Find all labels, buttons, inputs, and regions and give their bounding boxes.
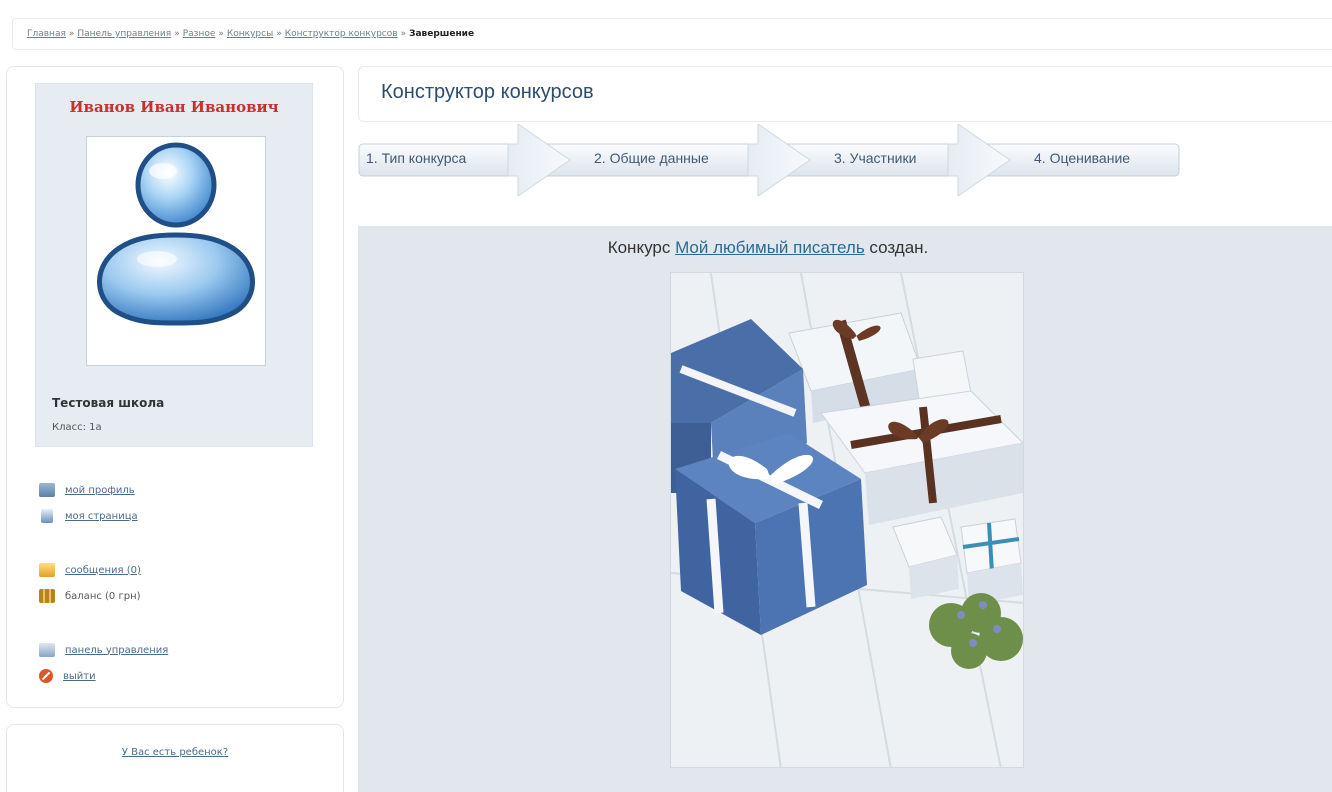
- wizard-steps: 1. Тип конкурса 2. Общие данные 3. Участ…: [358, 124, 1198, 196]
- profile-panel: Иванов Иван Иванович Тестовая школа Клас…: [6, 66, 344, 708]
- menu-item-balance: баланс (0 грн): [39, 587, 141, 605]
- breadcrumb-misc[interactable]: Разное: [183, 29, 216, 39]
- content-area: Конкурс Мой любимый писатель создан.: [358, 226, 1332, 792]
- breadcrumb-separator: »: [276, 29, 282, 39]
- child-prompt: У Вас есть ребенок?: [7, 747, 343, 758]
- avatar: [86, 136, 266, 366]
- breadcrumb-separator: »: [400, 29, 407, 39]
- breadcrumb-control-panel[interactable]: Панель управления: [77, 29, 171, 39]
- menu-item-logout[interactable]: выйти: [39, 667, 96, 685]
- breadcrumb-separator: »: [174, 29, 180, 39]
- gift-boxes-image: [671, 273, 1023, 767]
- menu-link-logout[interactable]: выйти: [63, 671, 96, 682]
- menu-item-messages[interactable]: сообщения (0): [39, 561, 141, 579]
- control-panel-icon: [39, 643, 55, 657]
- coins-icon: [39, 589, 55, 603]
- user-page-icon: [41, 509, 53, 523]
- breadcrumb-current: Завершение: [409, 29, 475, 39]
- result-message: Конкурс Мой любимый писатель создан.: [358, 238, 1178, 258]
- school-name: Тестовая школа: [52, 396, 165, 410]
- menu-item-profile[interactable]: мой профиль: [39, 481, 135, 499]
- menu-link-messages[interactable]: сообщения (0): [65, 565, 141, 576]
- result-prefix: Конкурс: [607, 238, 671, 257]
- user-avatar-icon: [97, 142, 255, 326]
- breadcrumb-contest-builder[interactable]: Конструктор конкурсов: [285, 29, 398, 39]
- step-2-general-data[interactable]: 2. Общие данные: [594, 150, 709, 166]
- menu-link-profile[interactable]: мой профиль: [65, 485, 135, 496]
- balance-text: баланс (0 грн): [65, 590, 141, 602]
- page-title: Конструктор конкурсов: [381, 81, 594, 103]
- profile-name: Иванов Иван Иванович: [69, 98, 279, 116]
- contest-name-link[interactable]: Мой любимый писатель: [675, 238, 865, 257]
- breadcrumb-separator: »: [218, 29, 224, 39]
- breadcrumb-home[interactable]: Главная: [27, 29, 66, 39]
- title-bar: Конструктор конкурсов: [358, 66, 1332, 122]
- step-3-participants[interactable]: 3. Участники: [834, 150, 916, 166]
- child-panel: У Вас есть ребенок?: [6, 724, 344, 792]
- profile-card-icon: [39, 483, 55, 497]
- breadcrumb-contests[interactable]: Конкурсы: [227, 29, 273, 39]
- menu-item-page[interactable]: моя страница: [39, 507, 138, 525]
- class-info: Класс: 1а: [52, 422, 102, 433]
- step-4-evaluation[interactable]: 4. Оценивание: [1034, 150, 1130, 166]
- result-suffix: создан.: [869, 238, 929, 257]
- have-child-link[interactable]: У Вас есть ребенок?: [122, 747, 228, 758]
- menu-item-control-panel[interactable]: панель управления: [39, 641, 168, 659]
- breadcrumb-separator: »: [68, 29, 75, 39]
- envelope-icon: [39, 563, 55, 577]
- step-1-contest-type[interactable]: 1. Тип конкурса: [366, 150, 466, 166]
- menu-link-page[interactable]: моя страница: [65, 511, 138, 522]
- logout-icon: [39, 669, 53, 683]
- contest-image: [670, 272, 1024, 768]
- menu-link-control-panel[interactable]: панель управления: [65, 645, 168, 656]
- profile-card: Иванов Иван Иванович Тестовая школа Клас…: [35, 83, 313, 447]
- breadcrumb: Главная» Панель управления» Разное» Конкурс…: [12, 18, 1332, 50]
